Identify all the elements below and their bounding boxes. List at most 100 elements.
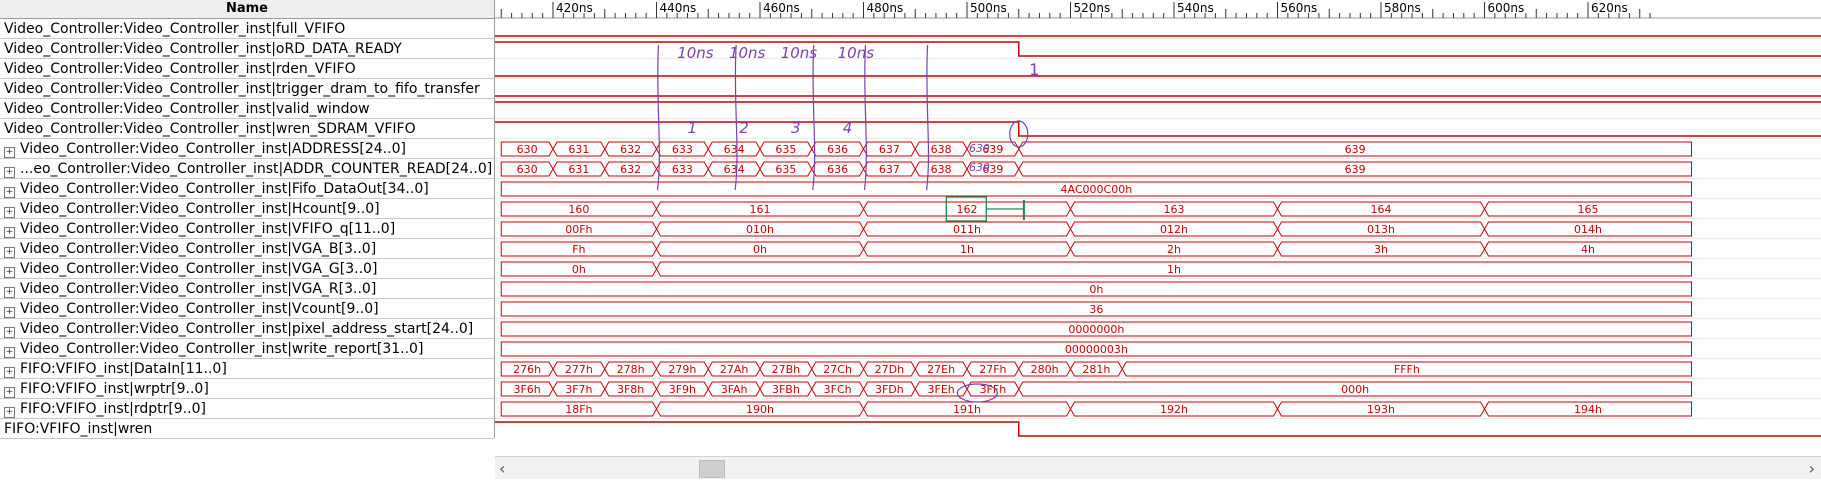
bus-value-label: 635 — [775, 143, 796, 156]
bus-value-label: 011h — [953, 223, 981, 236]
signal-name: Video_Controller:Video_Controller_inst|V… — [20, 261, 378, 277]
bus-value-label: 160 — [568, 203, 589, 216]
signal-row[interactable]: + Video_Controller:Video_Controller_inst|… — [0, 319, 494, 339]
scrollbar-thumb[interactable] — [699, 460, 725, 478]
signal-row[interactable]: Video_Controller:Video_Controller_inst|w… — [0, 119, 494, 139]
signal-row[interactable]: + Video_Controller:Video_Controller_inst|… — [0, 259, 494, 279]
bus-value-label: 638 — [931, 163, 952, 176]
time-tick-label: 500ns — [970, 1, 1007, 15]
annotation-text: 10ns — [677, 44, 714, 62]
bus-value-label: 636 — [827, 163, 848, 176]
bus-value-label: 27Ah — [720, 363, 749, 376]
name-column-header[interactable]: Name — [0, 0, 494, 19]
signal-row[interactable]: FIFO:VFIFO_inst|wren — [0, 419, 494, 439]
annotation-text: 3 — [791, 119, 801, 137]
signal-row[interactable]: + Video_Controller:Video_Controller_inst|… — [0, 199, 494, 219]
bus-value-label: 3FAh — [721, 383, 748, 396]
bus-value-label: 18Fh — [565, 403, 592, 416]
bus-value-label: 4h — [1581, 243, 1595, 256]
waveform-panel[interactable]: 420ns 440ns 460ns 480ns 500ns 520ns 540ns 560ns… — [495, 0, 1821, 439]
annotation-text: 2 — [739, 119, 749, 137]
expand-icon[interactable]: + — [4, 207, 15, 218]
expand-icon[interactable]: + — [4, 147, 15, 158]
bus-value-label: 3F7h — [565, 383, 592, 396]
bus-value-label: 27Fh — [979, 363, 1006, 376]
bus-value-label: FFFh — [1394, 363, 1420, 376]
signal-row[interactable]: Video_Controller:Video_Controller_inst|v… — [0, 99, 494, 119]
annotation-text: 1 — [688, 119, 698, 137]
signal-row[interactable]: + FIFO:VFIFO_inst|rdptr[9..0] — [0, 399, 494, 419]
expand-icon[interactable]: + — [4, 347, 15, 358]
bus-value-label: 634 — [724, 143, 745, 156]
signal-name: Video_Controller:Video_Controller_inst|w… — [4, 121, 416, 137]
signal-row[interactable]: + Video_Controller:Video_Controller_inst|… — [0, 139, 494, 159]
expand-icon[interactable]: + — [4, 187, 15, 198]
expand-icon[interactable]: + — [4, 407, 15, 418]
bus-value-label: 0h — [572, 263, 586, 276]
signal-name: ...eo_Controller:Video_Controller_inst|A… — [20, 161, 493, 177]
annotation-stroke — [863, 44, 867, 191]
bus-value-label: 193h — [1367, 403, 1395, 416]
expand-icon[interactable]: + — [4, 227, 15, 238]
signal-row[interactable]: Video_Controller:Video_Controller_inst|f… — [0, 19, 494, 39]
bus-value-label: 3FBh — [772, 383, 800, 396]
signal-row[interactable]: + FIFO:VFIFO_inst|DataIn[11..0] — [0, 359, 494, 379]
bus-value-label: 0000000h — [1068, 323, 1124, 336]
bus-value-label: 3FCh — [824, 383, 852, 396]
annotation-stroke — [812, 44, 816, 191]
bus-value-label: 165 — [1578, 203, 1599, 216]
waveform-canvas[interactable]: 420ns 440ns 460ns 480ns 500ns 520ns 540ns 560ns… — [495, 0, 1821, 439]
annotation-text: 1 — [1029, 60, 1039, 79]
bus-value-label: 163 — [1164, 203, 1185, 216]
bus-value-label: 161 — [750, 203, 771, 216]
expand-icon[interactable]: + — [4, 387, 15, 398]
signal-name-panel: Name Video_Controller:Video_Controller_i… — [0, 0, 495, 439]
signal-row[interactable]: + Video_Controller:Video_Controller_inst|… — [0, 339, 494, 359]
signal-row[interactable]: + FIFO:VFIFO_inst|wrptr[9..0] — [0, 379, 494, 399]
signal-row[interactable]: + Video_Controller:Video_Controller_inst|… — [0, 279, 494, 299]
signal-name: Video_Controller:Video_Controller_inst|w… — [20, 341, 424, 357]
bus-value-label: 010h — [746, 223, 774, 236]
bus-value-label: 632 — [620, 163, 641, 176]
signal-row[interactable]: + Video_Controller:Video_Controller_inst|… — [0, 219, 494, 239]
expand-icon[interactable]: + — [4, 267, 15, 278]
annotation-text: 10ns — [729, 44, 766, 62]
time-tick-label: 460ns — [763, 1, 800, 15]
horizontal-scrollbar[interactable]: ‹ › — [495, 456, 1821, 479]
expand-icon[interactable]: + — [4, 167, 15, 178]
bus-value-label: 636 — [827, 143, 848, 156]
bus-value-label: 278h — [617, 363, 645, 376]
signal-row[interactable]: + Video_Controller:Video_Controller_inst|… — [0, 299, 494, 319]
bus-value-label: 637 — [879, 163, 900, 176]
scroll-right-arrow-icon[interactable]: › — [1809, 459, 1815, 478]
signal-name: Video_Controller:Video_Controller_inst|A… — [20, 141, 406, 157]
signal-name: Video_Controller:Video_Controller_inst|V… — [20, 281, 377, 297]
signal-row[interactable]: + ...eo_Controller:Video_Controller_inst|… — [0, 159, 494, 179]
expand-icon[interactable]: + — [4, 307, 15, 318]
bus-value-label: 27Ch — [823, 363, 852, 376]
signal-name: Video_Controller:Video_Controller_inst|F… — [20, 181, 429, 197]
expand-icon[interactable]: + — [4, 327, 15, 338]
signal-row[interactable]: + Video_Controller:Video_Controller_inst|… — [0, 239, 494, 259]
signal-name: Video_Controller:Video_Controller_inst|o… — [4, 41, 402, 57]
bus-value-label: 27Eh — [927, 363, 955, 376]
bus-value-label: 634 — [724, 163, 745, 176]
bus-value-label: 630 — [517, 143, 538, 156]
expand-icon[interactable]: + — [4, 287, 15, 298]
scroll-left-arrow-icon[interactable]: ‹ — [499, 459, 505, 478]
signal-row[interactable]: + Video_Controller:Video_Controller_inst|… — [0, 179, 494, 199]
bus-value-label: 194h — [1574, 403, 1602, 416]
bus-value-label: 1h — [960, 243, 974, 256]
bus-value-label: 3FDh — [875, 383, 904, 396]
signal-row[interactable]: Video_Controller:Video_Controller_inst|o… — [0, 39, 494, 59]
signal-name: Video_Controller:Video_Controller_inst|H… — [20, 201, 380, 217]
signal-name: Video_Controller:Video_Controller_inst|r… — [4, 61, 356, 77]
bus-value-label: 162 — [957, 203, 978, 216]
bus-value-label: 190h — [746, 403, 774, 416]
signal-row[interactable]: Video_Controller:Video_Controller_inst|r… — [0, 59, 494, 79]
bus-value-label: 631 — [568, 163, 589, 176]
signal-row[interactable]: Video_Controller:Video_Controller_inst|t… — [0, 79, 494, 99]
signal-name: FIFO:VFIFO_inst|DataIn[11..0] — [20, 361, 227, 377]
expand-icon[interactable]: + — [4, 367, 15, 378]
expand-icon[interactable]: + — [4, 247, 15, 258]
